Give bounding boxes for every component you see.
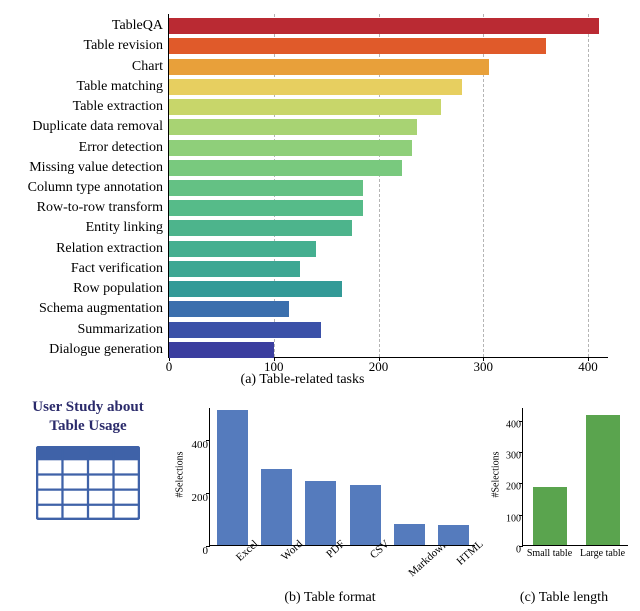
user-study-title-line1: User Study about	[32, 399, 143, 415]
chart-a-category-label: Table extraction	[73, 99, 163, 115]
chart-a-row: Row-to-row transform	[169, 198, 609, 218]
chart-b-title: (b) Table format	[175, 590, 485, 606]
chart-b-bar	[217, 410, 248, 545]
chart-a-row: Fact verification	[169, 259, 609, 279]
chart-a-category-label: Dialogue generation	[49, 342, 163, 358]
chart-a-bar	[169, 59, 489, 75]
chart-a-bar	[169, 79, 462, 95]
chart-c-xtick: Large table	[580, 548, 625, 559]
chart-c: #Selections 0100200300400Small tableLarg…	[494, 400, 634, 604]
chart-a-row: Duplicate data removal	[169, 117, 609, 137]
chart-a-bar	[169, 99, 441, 115]
chart-c-bar	[586, 415, 620, 545]
chart-a-bar	[169, 18, 599, 34]
chart-c-ytick: 0	[499, 545, 521, 556]
chart-a-row: Schema augmentation	[169, 299, 609, 319]
chart-a-row: Row population	[169, 279, 609, 299]
chart-a-row: Dialogue generation	[169, 340, 609, 360]
chart-a-category-label: Fact verification	[71, 261, 163, 277]
chart-a-category-label: Chart	[132, 59, 163, 75]
chart-b-bar	[438, 525, 469, 545]
chart-c-xtick: Small table	[527, 548, 572, 559]
chart-a-bar	[169, 180, 363, 196]
chart-a-bar	[169, 342, 274, 358]
chart-a-row: Column type annotation	[169, 178, 609, 198]
chart-a-row: Table extraction	[169, 97, 609, 117]
chart-a-bar	[169, 301, 289, 317]
chart-a-category-label: Error detection	[79, 140, 163, 156]
chart-a-row: Table revision	[169, 36, 609, 56]
chart-a-category-label: Relation extraction	[56, 241, 163, 257]
chart-a-category-label: Row-to-row transform	[37, 200, 163, 216]
chart-a-category-label: Duplicate data removal	[32, 119, 163, 135]
chart-a-bar	[169, 322, 321, 338]
chart-a-category-label: Missing value detection	[29, 160, 163, 176]
chart-c-bar	[533, 487, 567, 545]
user-study-title-line2: Table Usage	[49, 418, 126, 434]
chart-b-bar	[305, 481, 336, 545]
chart-a-bar	[169, 220, 352, 236]
table-icon	[36, 446, 140, 520]
user-study-title: User Study about Table Usage	[8, 398, 168, 436]
chart-a: 0100200300400TableQATable revisionChartT…	[10, 10, 625, 388]
chart-a-bar	[169, 241, 316, 257]
chart-a-bar	[169, 119, 417, 135]
chart-a-bar	[169, 200, 363, 216]
chart-b-bar	[350, 485, 381, 545]
chart-a-row: Entity linking	[169, 218, 609, 238]
chart-a-bar	[169, 140, 412, 156]
chart-c-title: (c) Table length	[494, 590, 634, 606]
chart-c-ytick: 200	[499, 482, 521, 493]
chart-c-plot: 0100200300400Small tableLarge table	[522, 408, 628, 546]
chart-a-bar	[169, 38, 546, 54]
chart-a-row: Error detection	[169, 138, 609, 158]
chart-a-category-label: Summarization	[77, 322, 163, 338]
chart-a-row: Chart	[169, 57, 609, 77]
bottom-row: User Study about Table Usage #Selections…	[0, 398, 640, 608]
chart-b-bar	[261, 469, 292, 545]
chart-a-plot: 0100200300400TableQATable revisionChartT…	[168, 14, 608, 358]
chart-a-row: Summarization	[169, 320, 609, 340]
chart-a-row: Table matching	[169, 77, 609, 97]
chart-c-ytick: 300	[499, 450, 521, 461]
chart-b-bar	[394, 524, 425, 545]
user-study-block: User Study about Table Usage	[8, 398, 168, 524]
chart-a-bar	[169, 160, 402, 176]
chart-a-title: (a) Table-related tasks	[10, 372, 595, 388]
chart-b-plot: 0200400ExcelWordPDFCSVMarkdownHTML	[209, 408, 475, 546]
chart-c-ytick: 400	[499, 419, 521, 430]
chart-c-ytick: 100	[499, 513, 521, 524]
chart-a-category-label: Row population	[73, 281, 163, 297]
chart-a-category-label: Table revision	[84, 38, 164, 54]
chart-a-category-label: Schema augmentation	[39, 301, 163, 317]
chart-a-category-label: Entity linking	[86, 220, 163, 236]
chart-b: #Selections 0200400ExcelWordPDFCSVMarkdo…	[175, 400, 485, 604]
chart-b-ytick: 0	[182, 545, 208, 557]
chart-a-row: TableQA	[169, 16, 609, 36]
chart-b-ytick: 400	[182, 439, 208, 451]
chart-a-bar	[169, 281, 342, 297]
chart-b-ytick: 200	[182, 492, 208, 504]
chart-b-ylabel: #Selections	[173, 400, 187, 548]
chart-a-category-label: Column type annotation	[28, 180, 163, 196]
chart-a-bar	[169, 261, 300, 277]
chart-a-row: Missing value detection	[169, 158, 609, 178]
chart-a-category-label: Table matching	[77, 79, 164, 95]
chart-a-row: Relation extraction	[169, 239, 609, 259]
chart-a-category-label: TableQA	[112, 18, 163, 34]
